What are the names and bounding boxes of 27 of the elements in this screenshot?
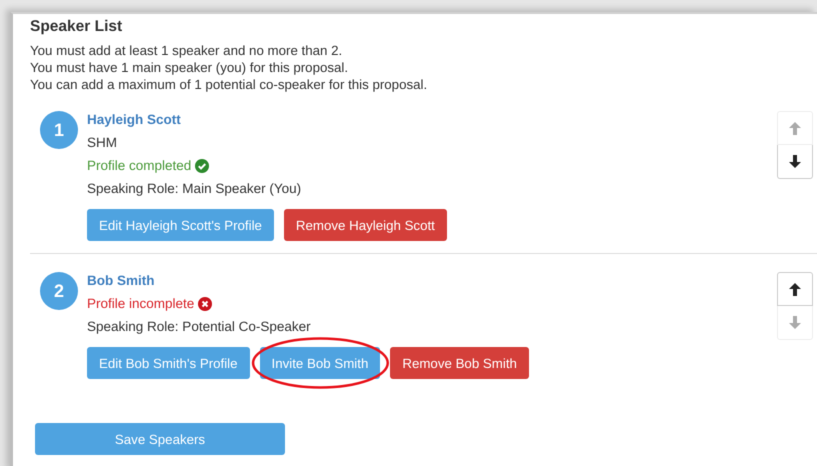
up-arrow-icon (789, 122, 801, 134)
edit-profile-button[interactable]: Edit Bob Smith's Profile (87, 347, 250, 379)
down-arrow-icon (789, 155, 801, 168)
check-icon (195, 158, 210, 172)
remove-button[interactable]: Remove Bob Smith (390, 347, 529, 379)
save-speakers-button[interactable]: Save Speakers (35, 423, 285, 455)
instruction-text: You must have 1 main speaker (you) for this proposal. (30, 59, 350, 76)
profile-status: Profile completed (87, 157, 192, 174)
instruction-text: You can add a maximum of 1 potential co-speaker for this proposal. (30, 76, 428, 93)
speaker-number-badge: 1 (40, 111, 78, 149)
edit-profile-button[interactable]: Edit Hayleigh Scott's Profile (87, 209, 274, 241)
speaking-role: Speaking Role: Potential Co-Speaker (87, 318, 311, 335)
remove-button[interactable]: Remove Hayleigh Scott (284, 209, 447, 241)
profile-status: Profile incomplete (87, 295, 194, 312)
speaker-organization: SHM (87, 134, 117, 151)
instruction-text: You must add at least 1 speaker and no more than 2. (30, 42, 344, 59)
section-title: Speaker List (30, 17, 122, 36)
invite-button[interactable]: Invite Bob Smith (260, 347, 380, 379)
speaker-name: Hayleigh Scott (87, 111, 181, 128)
move-up-button[interactable] (777, 272, 813, 306)
up-arrow-icon (789, 282, 801, 296)
down-arrow-icon (789, 316, 801, 329)
speaker-number-badge: 2 (40, 272, 78, 310)
speaking-role: Speaking Role: Main Speaker (You) (87, 180, 302, 197)
speaker-name: Bob Smith (87, 272, 154, 289)
move-down-button[interactable] (777, 145, 813, 179)
error-icon (198, 296, 212, 310)
